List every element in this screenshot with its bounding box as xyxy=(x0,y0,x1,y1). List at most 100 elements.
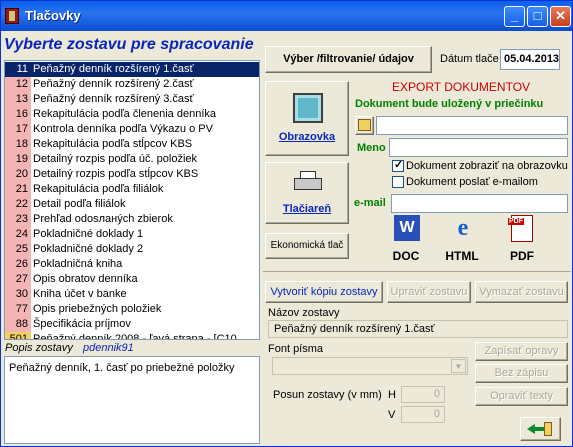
list-item[interactable]: 24 Pokladničné doklady 1 xyxy=(5,227,259,242)
export-name-input[interactable] xyxy=(389,138,568,157)
window-title: Tlačovky xyxy=(25,8,81,23)
report-label: Kniha účet v banke xyxy=(33,288,127,300)
export-pdf-button[interactable]: PDF PDF xyxy=(504,215,540,265)
divider xyxy=(263,271,571,272)
email-input[interactable] xyxy=(391,194,568,213)
printer-output-button[interactable]: Tlačiareň xyxy=(265,162,349,224)
list-item[interactable]: 501 Peňažný denník 2008 - ľavá strana - [… xyxy=(5,332,259,339)
offset-h-input[interactable]: 0 xyxy=(401,386,445,403)
report-number: 20 xyxy=(5,167,31,182)
list-item[interactable]: 17 Kontrola denníka podľa Výkazu o PV xyxy=(5,122,259,137)
maximize-button[interactable]: □ xyxy=(527,6,548,27)
html-label: HTML xyxy=(445,249,479,263)
ie-html-icon: e xyxy=(457,215,469,241)
report-label: Peňažný denník rozšírený 1.časť xyxy=(33,63,194,75)
report-number: 17 xyxy=(5,122,31,137)
report-number: 26 xyxy=(5,257,31,272)
offset-label: Posun zostavy (v mm) xyxy=(273,389,382,401)
list-item[interactable]: 26 Pokladničná kniha xyxy=(5,257,259,272)
print-date-input[interactable]: 05.04.2013 xyxy=(500,49,560,70)
report-label: Detail podľa filiálok xyxy=(33,198,126,210)
show-on-screen-label: Dokument zobraziť na obrazovku xyxy=(406,160,568,172)
title-bar[interactable]: Tlačovky _ □ ✕ xyxy=(1,1,572,31)
list-item[interactable]: 88 Špecifikácia príjmov xyxy=(5,317,259,332)
list-item[interactable]: 11 Peňažný denník rozšírený 1.časť xyxy=(5,62,259,77)
minimize-button[interactable]: _ xyxy=(504,6,525,27)
list-item[interactable]: 23 Prehľad odosланých zbierok xyxy=(5,212,259,227)
report-name-input[interactable]: Peňažný denník rozšírený 1.časť xyxy=(268,320,568,338)
report-label: Peňažný denník rozšírený 2.časť xyxy=(33,78,194,90)
popis-label: Popis zostavy xyxy=(5,342,73,354)
export-folder-input[interactable] xyxy=(376,116,568,135)
doc-label: DOC xyxy=(392,249,420,263)
export-name-label: Meno xyxy=(357,142,386,154)
report-number: 19 xyxy=(5,152,31,167)
send-email-checkbox[interactable] xyxy=(392,176,404,188)
modify-report-button[interactable]: Upraviť zostavu xyxy=(387,281,471,303)
list-item[interactable]: 12 Peňažný denník rozšírený 2.časť xyxy=(5,77,259,92)
report-number: 30 xyxy=(5,287,31,302)
list-item[interactable]: 22 Detail podľa filiálok xyxy=(5,197,259,212)
list-item[interactable]: 13 Peňažný denník rozšírený 3.časť xyxy=(5,92,259,107)
list-item[interactable]: 19 Detailný rozpis podľa úč. položiek xyxy=(5,152,259,167)
app-book-icon xyxy=(5,8,19,24)
report-number: 13 xyxy=(5,92,31,107)
report-number: 18 xyxy=(5,137,31,152)
report-label: Kontrola denníka podľa Výkazu o PV xyxy=(33,123,213,135)
export-doc-button[interactable]: W DOC xyxy=(388,215,424,265)
close-button[interactable]: ✕ xyxy=(550,6,571,27)
list-item[interactable]: 25 Pokladničné doklady 2 xyxy=(5,242,259,257)
browse-folder-button[interactable] xyxy=(355,116,374,135)
report-label: Detailný rozpis podľa úč. položiek xyxy=(33,153,198,165)
fix-texts-button[interactable]: Opraviť texty xyxy=(475,387,568,406)
report-label: Pokladničné doklady 1 xyxy=(33,228,144,240)
economic-print-button[interactable]: Ekonomická tlač xyxy=(265,233,349,259)
list-item[interactable]: 20 Detailný rozpis podľa stĺpcov KBS xyxy=(5,167,259,182)
report-number: 501 xyxy=(5,332,31,339)
report-label: Opis priebežných položiek xyxy=(33,303,162,315)
filter-data-button[interactable]: Výber /filtrovanie/ údajov xyxy=(265,46,432,73)
offset-h-label: H xyxy=(388,389,396,401)
page-title: Vyberte zostavu pre spracovanie xyxy=(4,36,254,53)
report-label: Pokladničná kniha xyxy=(33,258,123,270)
screen-output-button[interactable]: Obrazovka xyxy=(265,81,349,156)
app-window: Tlačovky _ □ ✕ Vyberte zostavu pre sprac… xyxy=(0,0,573,447)
report-number: 27 xyxy=(5,272,31,287)
send-email-label: Dokument poslať e-mailom xyxy=(406,176,538,188)
report-number: 11 xyxy=(5,62,31,77)
list-item[interactable]: 21 Rekapitulácia podľa filiálok xyxy=(5,182,259,197)
exit-button[interactable] xyxy=(520,417,561,441)
export-title: EXPORT DOKUMENTOV xyxy=(392,80,531,94)
report-number: 21 xyxy=(5,182,31,197)
copy-report-button[interactable]: Vytvoriť kópiu zostavy xyxy=(265,281,383,303)
report-label: Špecifikácia príjmov xyxy=(33,318,131,330)
list-item[interactable]: 30 Kniha účet v banke xyxy=(5,287,259,302)
offset-v-input[interactable]: 0 xyxy=(401,406,445,423)
list-item[interactable]: 77 Opis priebežných položiek xyxy=(5,302,259,317)
export-html-button[interactable]: e HTML xyxy=(444,215,480,265)
printer-output-label: Tlačiareň xyxy=(282,203,332,215)
report-label: Prehľad odosланých zbierok xyxy=(33,213,173,225)
list-item[interactable]: 18 Rekapitulácia podľa stĺpcov KBS xyxy=(5,137,259,152)
report-label: Rekapitulácia podľa stĺpcov KBS xyxy=(33,138,193,150)
pdf-label: PDF xyxy=(510,249,534,263)
show-on-screen-checkbox[interactable] xyxy=(392,158,404,172)
print-date-label: Dátum tlače xyxy=(440,53,499,65)
delete-report-button[interactable]: Vymazať zostavu xyxy=(475,281,568,303)
report-number: 25 xyxy=(5,242,31,257)
popis-value: pdennik91 xyxy=(83,342,134,354)
list-item[interactable]: 16 Rekapitulácia podľa členenia denníka xyxy=(5,107,259,122)
list-item[interactable]: 27 Opis obratov denníka xyxy=(5,272,259,287)
discard-changes-button[interactable]: Bez zápisu xyxy=(475,364,568,383)
font-select[interactable]: ▼ xyxy=(272,357,468,375)
report-label: Detailný rozpis podľa stĺpcov KBS xyxy=(33,168,199,180)
report-name-label: Názov zostavy xyxy=(268,307,340,319)
report-label: Opis obratov denníka xyxy=(33,273,138,285)
report-description: Peňažný denník, 1. časť po priebežné pol… xyxy=(4,356,260,444)
report-listbox[interactable]: 11 Peňažný denník rozšírený 1.časť 12 Peňaž… xyxy=(4,60,260,340)
save-changes-button[interactable]: Zapísať opravy xyxy=(475,342,568,361)
report-number: 24 xyxy=(5,227,31,242)
report-number: 16 xyxy=(5,107,31,122)
pdf-icon: PDF xyxy=(508,215,533,242)
report-number: 23 xyxy=(5,212,31,227)
